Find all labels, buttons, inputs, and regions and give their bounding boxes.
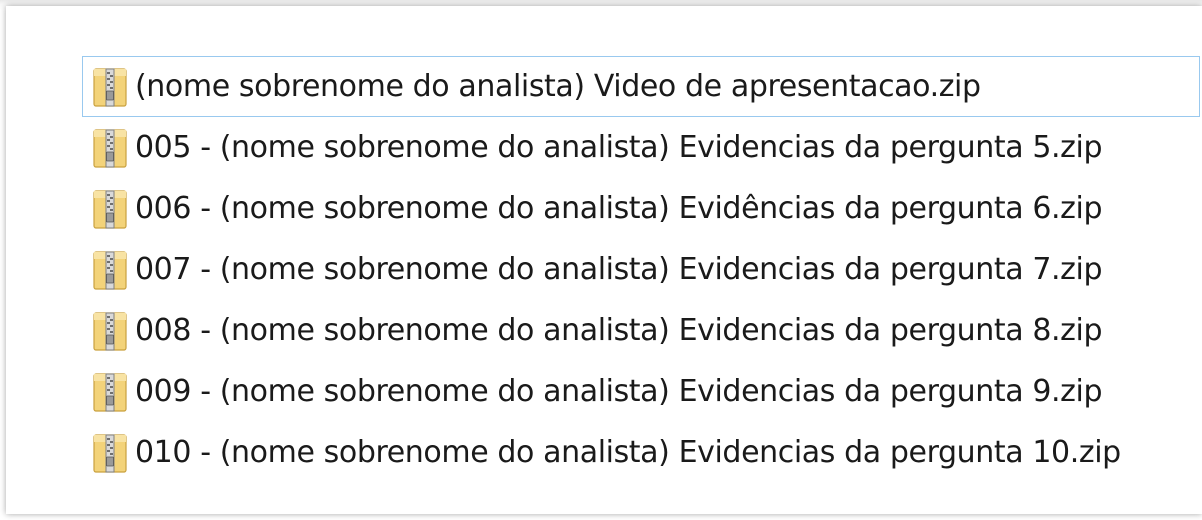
zip-folder-icon xyxy=(93,67,127,107)
file-name: (nome sobrenome do analista) Video de ap… xyxy=(135,69,981,104)
zip-folder-icon xyxy=(93,372,127,412)
zip-folder-icon xyxy=(93,128,127,168)
zip-folder-icon xyxy=(93,311,127,351)
file-item[interactable]: 008 - (nome sobrenome do analista) Evide… xyxy=(82,300,1200,361)
zip-folder-icon xyxy=(93,189,127,229)
file-name: 005 - (nome sobrenome do analista) Evide… xyxy=(135,130,1103,165)
file-item[interactable]: 009 - (nome sobrenome do analista) Evide… xyxy=(82,361,1200,422)
window-frame: (nome sobrenome do analista) Video de ap… xyxy=(0,0,1202,520)
zip-folder-icon xyxy=(93,433,127,473)
file-item[interactable]: 007 - (nome sobrenome do analista) Evide… xyxy=(82,239,1200,300)
file-name: 006 - (nome sobrenome do analista) Evidê… xyxy=(135,191,1103,226)
file-name: 010 - (nome sobrenome do analista) Evide… xyxy=(135,435,1121,470)
zip-folder-icon xyxy=(93,250,127,290)
file-name: 007 - (nome sobrenome do analista) Evide… xyxy=(135,252,1103,287)
file-explorer-pane: (nome sobrenome do analista) Video de ap… xyxy=(6,6,1202,514)
file-name: 008 - (nome sobrenome do analista) Evide… xyxy=(135,313,1103,348)
file-name: 009 - (nome sobrenome do analista) Evide… xyxy=(135,374,1103,409)
file-item[interactable]: 006 - (nome sobrenome do analista) Evidê… xyxy=(82,178,1200,239)
file-item[interactable]: 010 - (nome sobrenome do analista) Evide… xyxy=(82,422,1200,483)
file-item[interactable]: 005 - (nome sobrenome do analista) Evide… xyxy=(82,117,1200,178)
file-item[interactable]: (nome sobrenome do analista) Video de ap… xyxy=(82,56,1200,117)
file-list: (nome sobrenome do analista) Video de ap… xyxy=(82,56,1200,483)
